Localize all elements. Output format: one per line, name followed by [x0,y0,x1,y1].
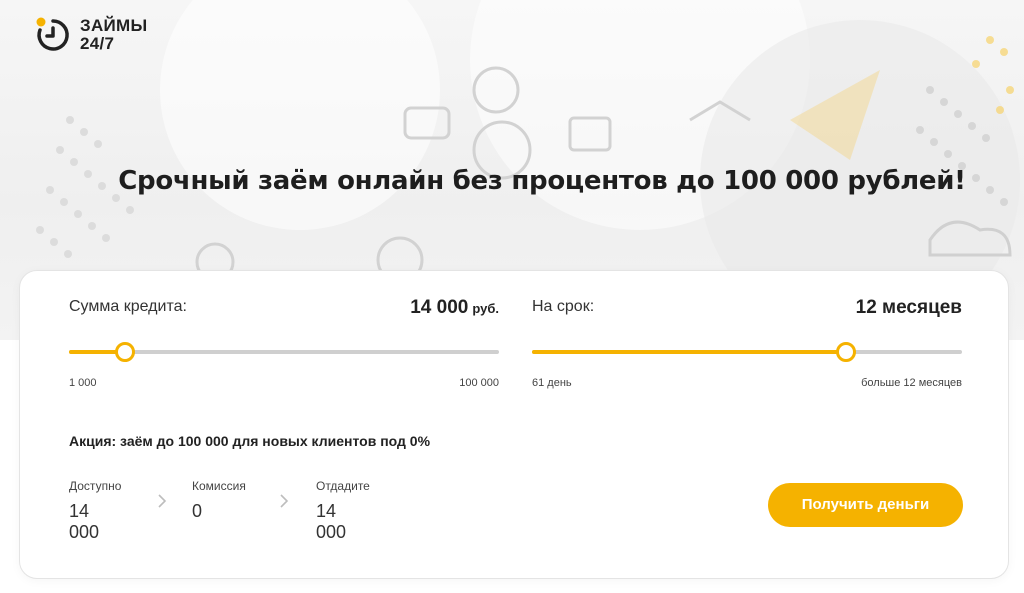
amount-label: Сумма кредита: [69,298,187,315]
available-value: 14 000 [69,501,100,542]
brand-name-line1: ЗАЙМЫ [80,16,148,35]
term-max-label: больше 12 месяцев [861,377,962,389]
brand-name-line2: 24/7 [80,34,115,53]
amount-min-label: 1 000 [69,377,97,389]
amount-max-label: 100 000 [459,377,499,389]
amount-slider-thumb[interactable] [115,342,136,362]
page-title: Срочный заём онлайн без процентов до 100… [118,166,966,196]
chevron-right-icon [157,493,167,514]
term-label: На срок: [532,298,595,315]
clock-icon [34,16,72,54]
term-slider-fill [532,350,846,354]
repay-label: Отдадите [316,479,370,493]
amount-unit: руб. [472,301,499,316]
get-money-button[interactable]: Получить деньги [768,483,963,527]
summary-repay: Отдадите 14 000 [316,479,370,543]
promo-text: Акция: заём до 100 000 для новых клиенто… [69,433,431,449]
amount-value: 14 000 руб. [410,297,499,319]
brand-logo[interactable]: ЗАЙМЫ 24/7 [34,16,147,54]
commission-label: Комиссия [192,479,246,493]
amount-value-number: 14 000 [410,297,469,318]
available-label: Доступно [69,479,122,493]
commission-value: 0 [192,501,203,521]
summary-commission: Комиссия 0 [192,479,246,522]
term-value: 12 месяцев [855,297,962,318]
amount-slider[interactable] [69,342,499,362]
summary-available: Доступно 14 000 [69,479,121,543]
term-min-label: 61 день [532,377,572,389]
repay-value: 14 000 [316,501,347,542]
chevron-right-icon [279,493,289,514]
brand-name: ЗАЙМЫ 24/7 [80,17,147,53]
term-slider-thumb[interactable] [835,342,856,362]
term-slider[interactable] [532,342,962,362]
loan-calculator: Сумма кредита: 14 000 руб. 1 000 100 000 … [19,270,1009,579]
